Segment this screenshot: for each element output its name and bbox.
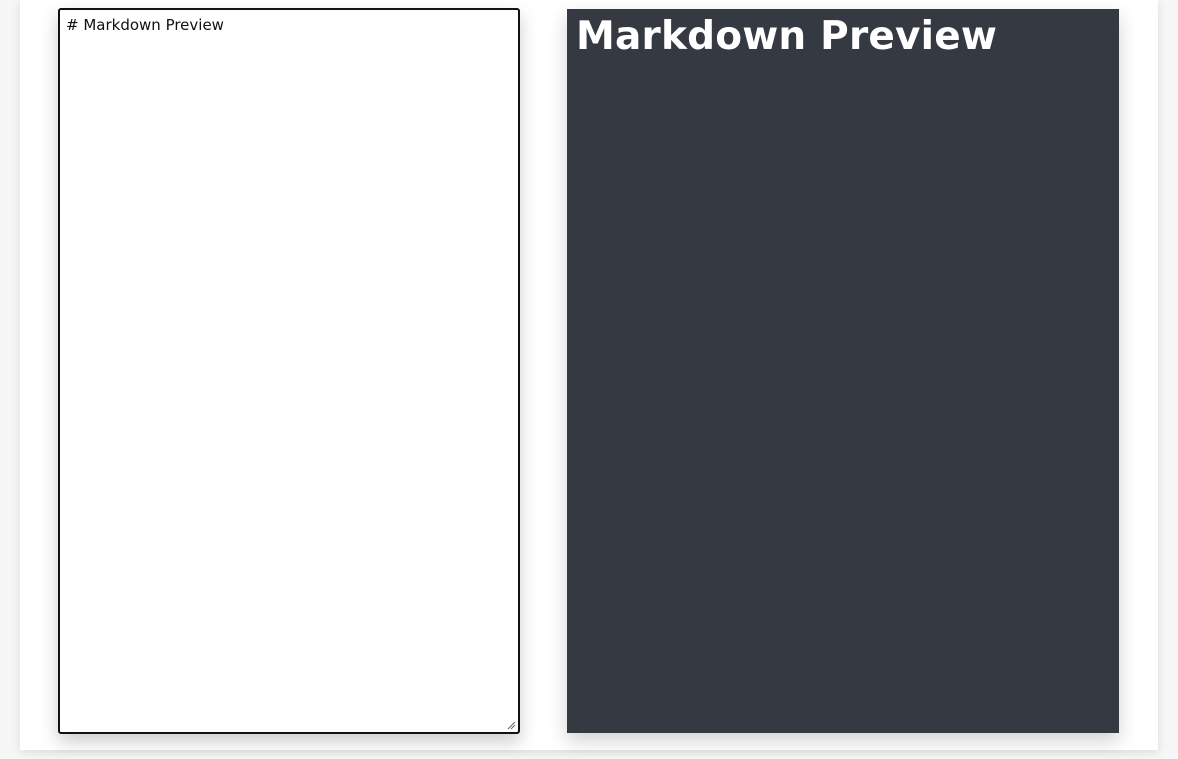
resize-grip-icon[interactable] [506, 720, 516, 730]
markdown-editor-input[interactable]: # Markdown Preview [60, 10, 518, 732]
page-card: # Markdown Preview Markdown Preview [20, 0, 1158, 750]
markdown-editor[interactable]: # Markdown Preview [58, 8, 520, 734]
preview-heading: Markdown Preview [576, 14, 998, 59]
markdown-preview-pane: Markdown Preview [567, 9, 1119, 733]
